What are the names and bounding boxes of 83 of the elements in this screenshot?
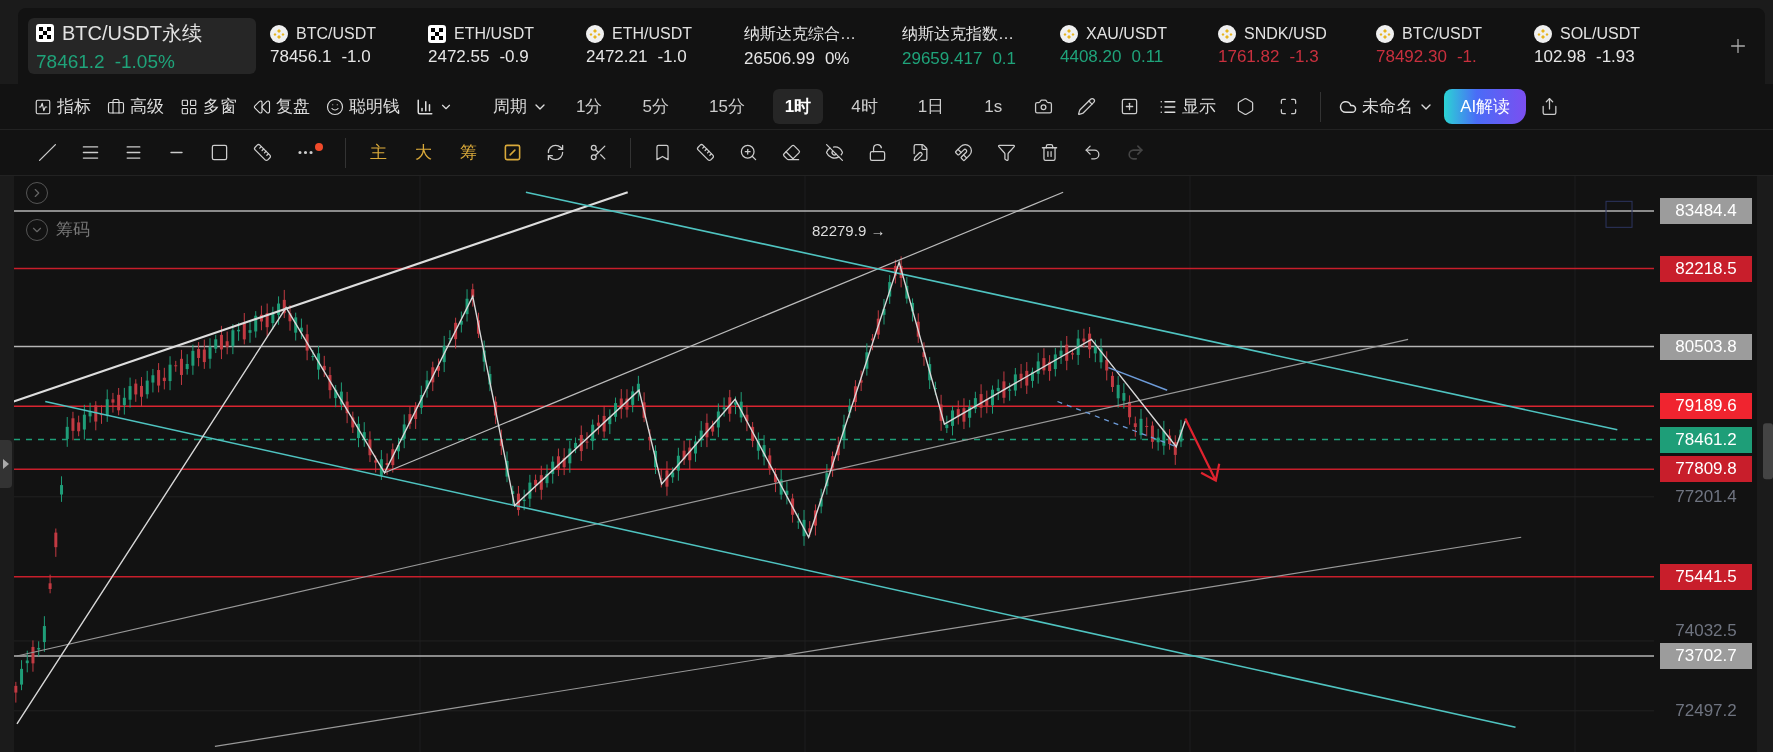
ticker-price: 29659.417 xyxy=(902,48,983,69)
ticker-price: 78492.30 xyxy=(1376,47,1447,67)
ticker-symbol: BTC/USDT永续 xyxy=(62,20,202,46)
ticker-symbol: XAU/USDT xyxy=(1086,25,1167,43)
ticker-tab[interactable]: ETH/USDT 2472.21 -1.0 xyxy=(578,18,730,74)
display-button[interactable]: 显示 xyxy=(1153,91,1223,122)
ticker-tab[interactable]: BTC/USDT 78492.30 -1. xyxy=(1368,18,1520,74)
ticker-price: 1761.82 xyxy=(1218,47,1280,67)
price-label: 77201.4 xyxy=(1674,485,1738,508)
ticker-price: 78456.1 xyxy=(270,47,332,67)
ticker-change: -1.3 xyxy=(1289,47,1319,67)
interval-tab[interactable]: 4时 xyxy=(839,89,890,124)
coin-logo-icon xyxy=(1218,25,1236,43)
price-label: 74032.5 xyxy=(1674,619,1738,642)
interval-tab[interactable]: 5分 xyxy=(630,89,681,124)
ticker-symbol: SOL/USDT xyxy=(1560,25,1640,43)
ticker-symbol: ETH/USDT xyxy=(454,25,534,43)
ticker-price: 102.98 xyxy=(1534,47,1586,67)
price-label: 80503.8 xyxy=(1660,333,1752,360)
peak-price-label: 82279.9 → xyxy=(812,222,886,239)
ticker-price: 2472.55 xyxy=(428,47,490,67)
toolbar-button[interactable]: 指标 xyxy=(28,91,97,122)
ticker-change: 0% xyxy=(824,48,850,69)
ticker-symbol: BTC/USDT xyxy=(296,25,376,43)
ticker-change: -0.9 xyxy=(499,47,529,67)
seconds-tab[interactable]: 1s xyxy=(972,90,1015,123)
interval-tab[interactable]: 1时 xyxy=(772,89,824,124)
layout-dropdown[interactable]: 未命名 xyxy=(1333,91,1441,122)
ticker-price: 2472.21 xyxy=(586,47,648,67)
ticker-symbol: BTC/USDT xyxy=(1402,25,1482,43)
indicator-label: 筹码 xyxy=(56,219,90,241)
price-label: 83484.4 xyxy=(1660,198,1752,224)
overlay-tool[interactable]: 主 xyxy=(358,137,399,168)
ticker-change: -1.0 xyxy=(341,47,371,67)
overlay-tool[interactable]: 大 xyxy=(403,137,444,168)
ticker-symbol: 纳斯达克综合… xyxy=(744,23,856,44)
ticker-change: -1.0 xyxy=(657,47,687,67)
ticker-change: -1. xyxy=(1456,47,1477,67)
ticker-symbol: SNDK/USD xyxy=(1244,25,1327,43)
interval-tab[interactable]: 1分 xyxy=(564,89,615,124)
price-label: 72497.2 xyxy=(1674,699,1738,722)
ticker-price: 26506.99 xyxy=(744,48,815,69)
exchange-logo-icon xyxy=(428,25,446,43)
ticker-tab[interactable]: BTC/USDT永续 78461.2 -1.05% xyxy=(28,18,256,74)
price-label: 79189.6 xyxy=(1660,393,1752,420)
ticker-price: 4408.20 xyxy=(1060,47,1122,67)
coin-logo-icon xyxy=(1060,25,1078,43)
coin-logo-icon xyxy=(270,25,288,43)
ticker-change: -1.93 xyxy=(1596,47,1635,67)
ticker-symbol: 纳斯达克指数… xyxy=(902,23,1014,44)
ai-button[interactable]: AI解读 xyxy=(1444,89,1527,124)
ticker-tab[interactable]: 纳斯达克综合… 26506.99 0% xyxy=(736,18,888,74)
ticker-change: 0.1 xyxy=(992,48,1016,69)
period-dropdown[interactable]: 周期 xyxy=(487,91,554,122)
interval-tab[interactable]: 15分 xyxy=(696,89,757,124)
toolbar-button[interactable]: 高级 xyxy=(101,91,170,122)
price-label: 82218.5 xyxy=(1660,255,1752,282)
panel-handle[interactable] xyxy=(0,440,12,488)
coin-logo-icon xyxy=(1534,25,1552,43)
coin-logo-icon xyxy=(586,25,604,43)
ticker-symbol: ETH/USDT xyxy=(612,25,692,43)
ticker-change: 0.11 xyxy=(1131,47,1164,67)
toolbar-button[interactable]: 复盘 xyxy=(247,91,316,122)
ticker-tab[interactable]: SNDK/USD 1761.82 -1.3 xyxy=(1210,18,1362,74)
ticker-change: -1.05% xyxy=(114,50,175,73)
overlay-tool[interactable]: 筹 xyxy=(448,137,489,168)
interval-tab[interactable]: 1日 xyxy=(905,89,957,124)
ticker-tab[interactable]: 纳斯达克指数… 29659.417 0.1 xyxy=(894,18,1046,74)
coin-logo-icon xyxy=(1376,25,1394,43)
ticker-tab[interactable]: BTC/USDT 78456.1 -1.0 xyxy=(262,18,414,74)
toolbar-button[interactable]: 多窗 xyxy=(174,91,243,122)
price-label: 78461.2 xyxy=(1660,426,1752,453)
price-label: 73702.7 xyxy=(1660,642,1752,669)
ticker-tab[interactable]: XAU/USDT 4408.20 0.11 xyxy=(1052,18,1204,74)
price-label: 75441.5 xyxy=(1660,563,1752,590)
price-label: 77809.8 xyxy=(1660,456,1752,483)
exchange-logo-icon xyxy=(36,24,54,42)
axis-handle[interactable] xyxy=(1763,422,1773,479)
ticker-tab[interactable]: SOL/USDT 102.98 -1.93 xyxy=(1526,18,1678,74)
toolbar-button[interactable]: 聪明钱 xyxy=(320,91,406,122)
bar-chart-icon xyxy=(416,97,434,116)
ticker-price: 78461.2 xyxy=(36,50,105,73)
ticker-tab[interactable]: ETH/USDT 2472.55 -0.9 xyxy=(420,18,572,74)
